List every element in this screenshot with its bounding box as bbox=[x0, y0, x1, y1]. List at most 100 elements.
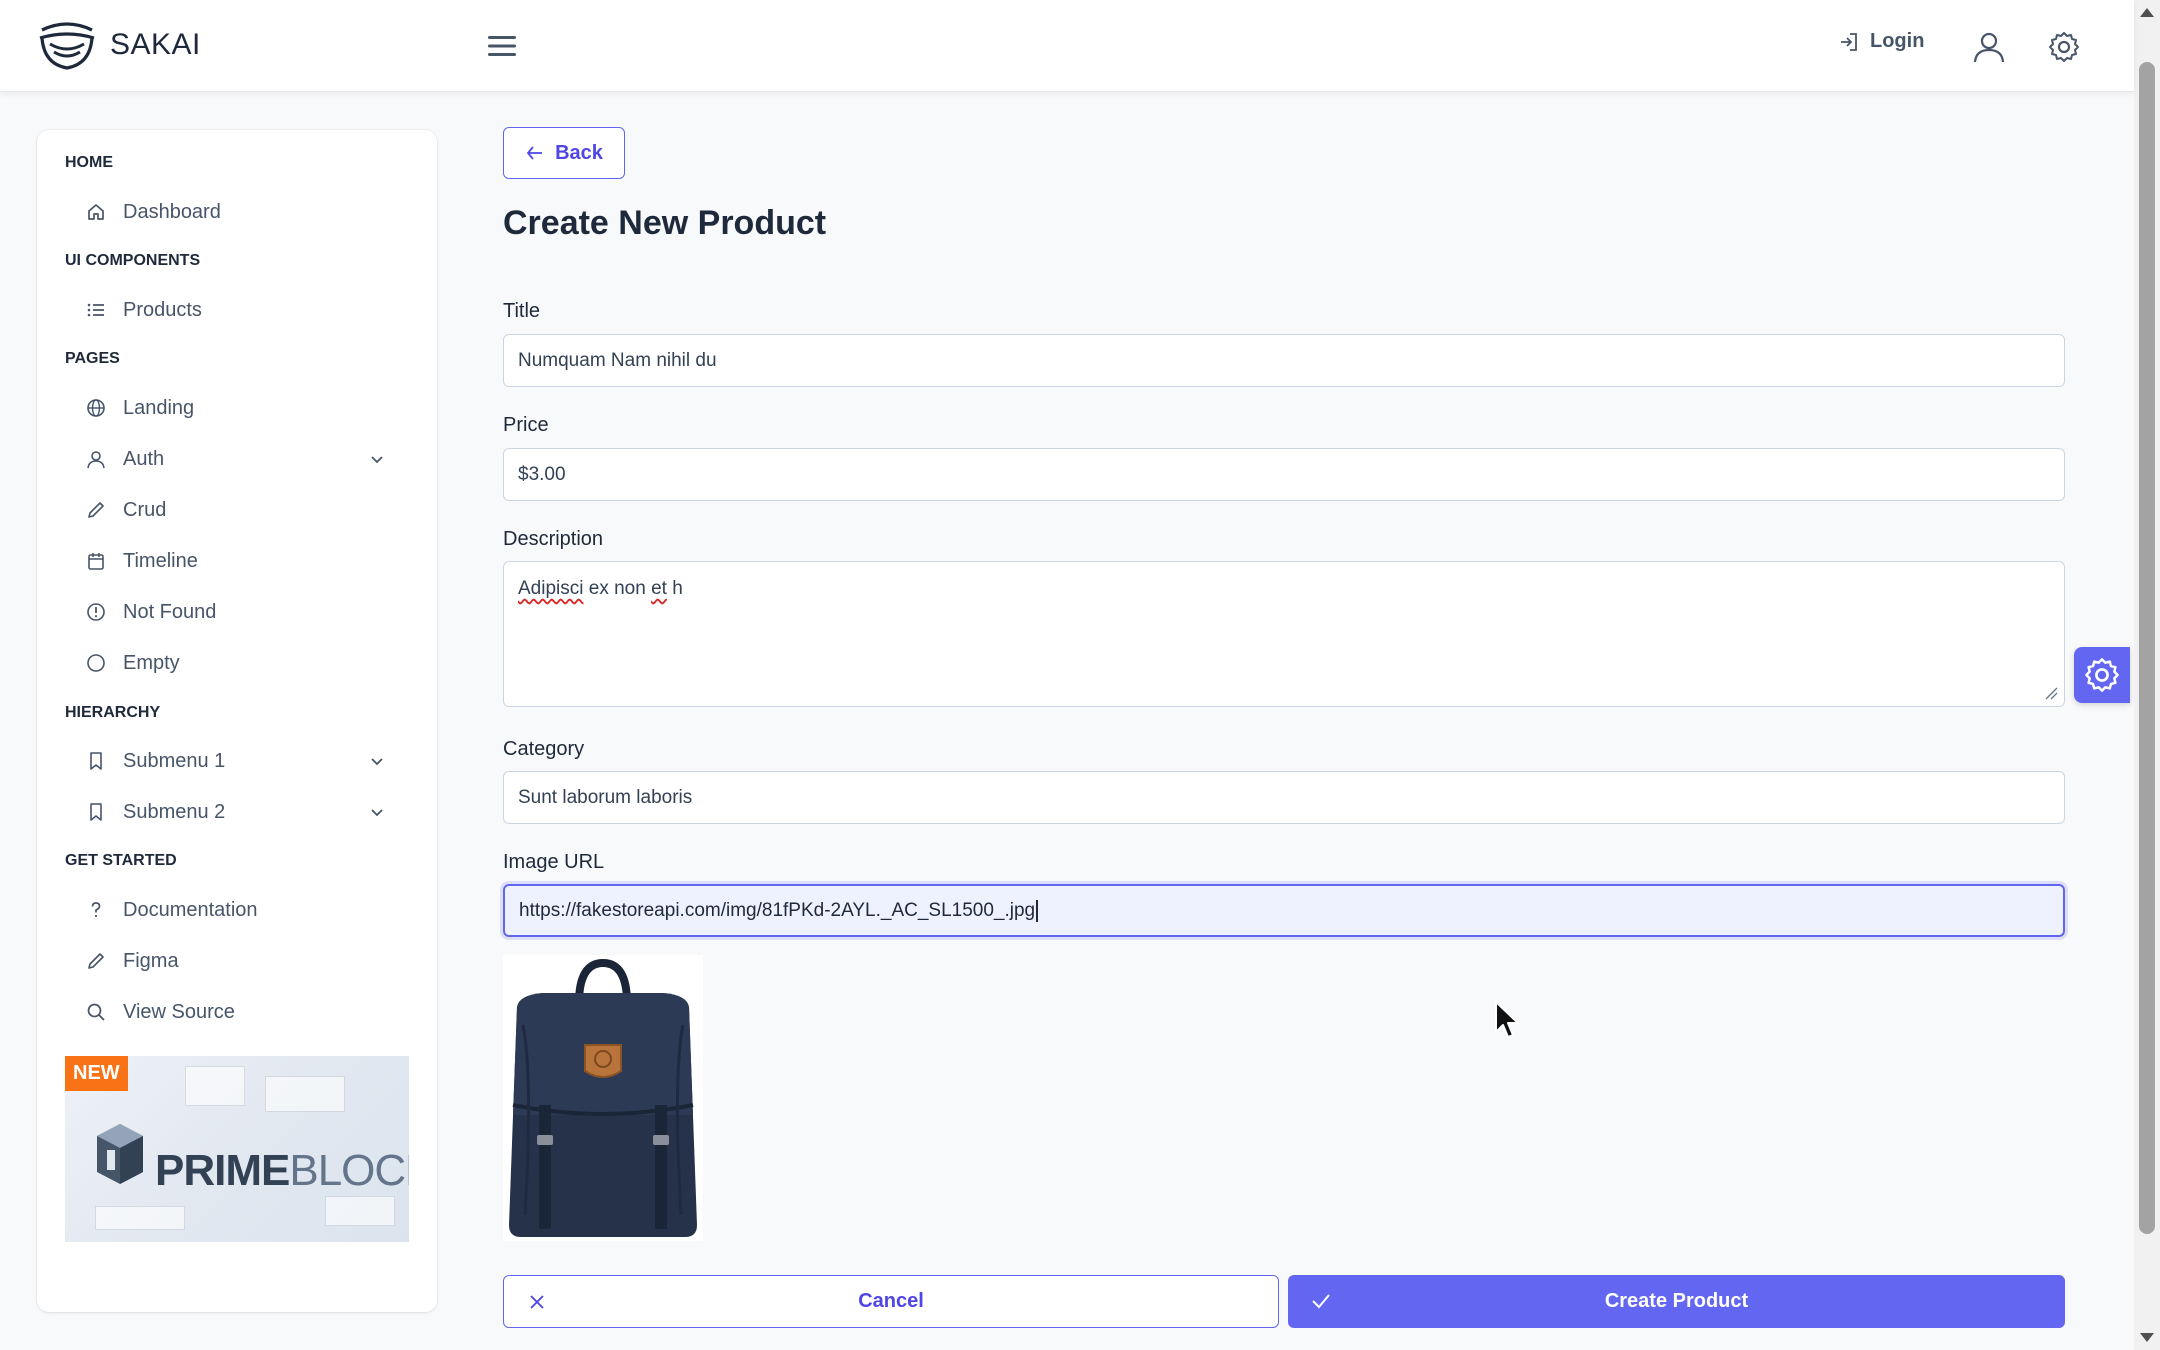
login-button[interactable]: Login bbox=[1838, 30, 1924, 53]
description-textarea[interactable]: Adipisci ex non et h bbox=[503, 561, 2065, 707]
section-title-pages: PAGES bbox=[65, 350, 120, 367]
sidebar-item-label: Dashboard bbox=[123, 200, 221, 223]
sidebar-item-label: Timeline bbox=[123, 549, 198, 572]
sidebar-item-label: Submenu 1 bbox=[123, 749, 226, 772]
chevron-down-icon[interactable] bbox=[369, 753, 385, 769]
description-word: et bbox=[651, 578, 667, 599]
sidebar-item-label: Documentation bbox=[123, 898, 258, 921]
sidebar-item-submenu-2[interactable]: Submenu 2 bbox=[85, 790, 425, 834]
promo-decoration bbox=[185, 1066, 245, 1106]
home-icon bbox=[85, 201, 107, 223]
new-badge: NEW bbox=[65, 1056, 128, 1091]
cancel-button[interactable]: Cancel bbox=[503, 1275, 1279, 1328]
image-url-input[interactable]: https://fakestoreapi.com/img/81fPKd-2AYL… bbox=[503, 884, 2065, 937]
category-label: Category bbox=[503, 738, 585, 760]
page-scrollbar[interactable] bbox=[2134, 0, 2160, 1350]
price-value: $3.00 bbox=[518, 463, 566, 485]
cancel-label: Cancel bbox=[858, 1290, 924, 1312]
section-title-home: HOME bbox=[65, 154, 113, 171]
bookmark-icon bbox=[85, 750, 107, 772]
price-input[interactable]: $3.00 bbox=[503, 448, 2065, 501]
description-word: h bbox=[666, 578, 683, 599]
sidebar-item-figma[interactable]: Figma bbox=[85, 939, 425, 983]
sidebar-item-submenu-1[interactable]: Submenu 1 bbox=[85, 739, 425, 783]
sidebar-item-label: Submenu 2 bbox=[123, 800, 226, 823]
sidebar-item-dashboard[interactable]: Dashboard bbox=[85, 190, 425, 234]
close-icon bbox=[530, 1295, 544, 1309]
sidebar-item-label: Empty bbox=[123, 651, 180, 674]
section-title-ui-components: UI COMPONENTS bbox=[65, 252, 201, 269]
title-value: Numquam Nam nihil du bbox=[518, 349, 717, 371]
scroll-down-arrow-icon[interactable] bbox=[2140, 1333, 2154, 1342]
globe-icon bbox=[85, 397, 107, 419]
promo-decoration bbox=[325, 1196, 395, 1226]
pencil-icon bbox=[85, 499, 107, 521]
sidebar-item-documentation[interactable]: Documentation bbox=[85, 888, 425, 932]
bookmark-icon bbox=[85, 801, 107, 823]
description-word: ex non bbox=[583, 578, 652, 599]
check-icon bbox=[1312, 1294, 1330, 1309]
sidebar-item-crud[interactable]: Crud bbox=[85, 488, 425, 532]
title-label: Title bbox=[503, 300, 541, 322]
section-title-get-started: GET STARTED bbox=[65, 852, 177, 869]
title-input[interactable]: Numquam Nam nihil du bbox=[503, 334, 2065, 387]
sidebar-item-timeline[interactable]: Timeline bbox=[85, 539, 425, 583]
layout-config-button[interactable] bbox=[2074, 647, 2130, 703]
promo-decoration bbox=[265, 1076, 345, 1112]
topbar: SAKAI Login bbox=[0, 0, 2134, 92]
sidebar-item-label: Figma bbox=[123, 949, 179, 972]
primeblocks-promo-banner[interactable]: NEW PRIMEBLOCKS bbox=[65, 1056, 409, 1242]
image-url-value: https://fakestoreapi.com/img/81fPKd-2AYL… bbox=[519, 899, 1036, 921]
sidebar-item-empty[interactable]: Empty bbox=[85, 641, 425, 685]
scroll-up-arrow-icon[interactable] bbox=[2140, 8, 2154, 17]
sidebar-item-label: Not Found bbox=[123, 600, 217, 623]
primeblocks-logo-icon bbox=[97, 1124, 143, 1184]
resize-handle-icon[interactable] bbox=[2044, 686, 2058, 700]
arrow-left-icon bbox=[526, 146, 543, 160]
user-icon bbox=[85, 448, 107, 470]
category-input[interactable]: Sunt laborum laboris bbox=[503, 771, 2065, 824]
app-name[interactable]: SAKAI bbox=[110, 28, 201, 62]
price-label: Price bbox=[503, 414, 549, 436]
description-word: Adipisci bbox=[518, 578, 584, 599]
sidebar-item-view-source[interactable]: View Source bbox=[85, 990, 425, 1034]
sidebar-item-products[interactable]: Products bbox=[85, 288, 425, 332]
circle-icon bbox=[85, 652, 107, 674]
back-button[interactable]: Back bbox=[503, 127, 625, 179]
sidebar-item-landing[interactable]: Landing bbox=[85, 386, 425, 430]
list-icon bbox=[85, 299, 107, 321]
exclamation-circle-icon bbox=[85, 601, 107, 623]
sidebar-item-label: Crud bbox=[123, 498, 167, 521]
sakai-logo-icon[interactable] bbox=[36, 20, 98, 72]
promo-title: PRIMEBLOCKS bbox=[155, 1146, 409, 1196]
image-url-label: Image URL bbox=[503, 851, 605, 873]
settings-icon bbox=[2085, 658, 2119, 692]
user-icon[interactable] bbox=[1972, 30, 2006, 64]
create-product-button[interactable]: Create Product bbox=[1288, 1275, 2065, 1328]
sidebar-item-label: Auth bbox=[123, 447, 165, 470]
menu-icon[interactable] bbox=[486, 28, 518, 64]
page-title: Create New Product bbox=[503, 204, 827, 242]
description-label: Description bbox=[503, 528, 604, 550]
pencil-icon bbox=[85, 950, 107, 972]
category-value: Sunt laborum laboris bbox=[518, 786, 693, 808]
chevron-down-icon[interactable] bbox=[369, 804, 385, 820]
question-icon bbox=[85, 899, 107, 921]
sidebar-item-label: View Source bbox=[123, 1000, 235, 1023]
chevron-down-icon[interactable] bbox=[369, 451, 385, 467]
search-icon bbox=[85, 1001, 107, 1023]
description-value: Adipisci ex non et h bbox=[518, 578, 683, 600]
login-icon bbox=[1841, 32, 1857, 51]
promo-decoration bbox=[95, 1206, 185, 1230]
sidebar-item-label: Landing bbox=[123, 396, 195, 419]
settings-icon[interactable] bbox=[2047, 30, 2081, 64]
promo-title-light: BLOCKS bbox=[289, 1146, 409, 1195]
product-image-preview bbox=[503, 955, 703, 1241]
scrollbar-thumb[interactable] bbox=[2139, 62, 2155, 1234]
text-caret bbox=[1036, 899, 1039, 922]
sidebar-item-not-found[interactable]: Not Found bbox=[85, 590, 425, 634]
promo-title-bold: PRIME bbox=[155, 1146, 290, 1195]
sidebar-item-auth[interactable]: Auth bbox=[85, 437, 425, 481]
section-title-hierarchy: HIERARCHY bbox=[65, 704, 161, 721]
login-label: Login bbox=[1870, 30, 1925, 52]
